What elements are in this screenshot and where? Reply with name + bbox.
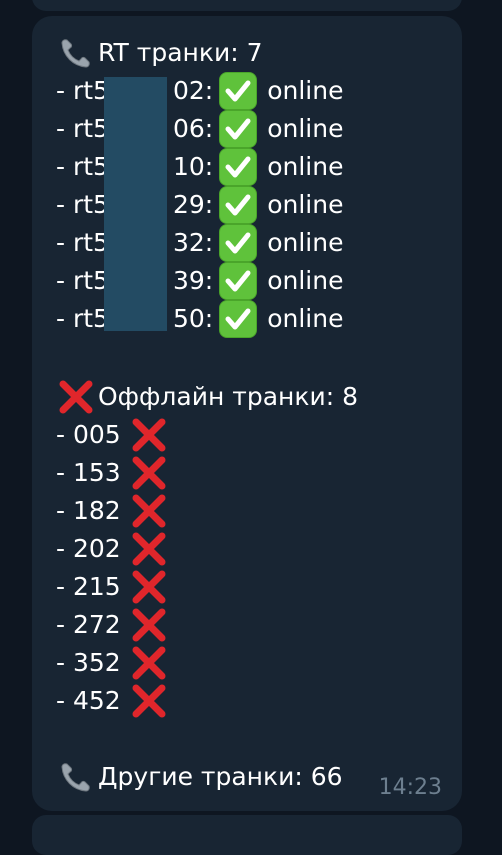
trunk-name-suffix: 06:: [172, 114, 214, 143]
cross-mark-icon: [129, 605, 169, 645]
cross-mark-icon: [129, 643, 169, 683]
rt-trunk-line: - rt5 02: online: [56, 72, 343, 110]
check-mark-button-icon: [219, 300, 258, 338]
telephone-receiver-icon: [56, 758, 94, 796]
offline-trunks-header-text: Оффлайн транки: 8: [98, 382, 358, 411]
trunk-status: online: [267, 266, 344, 295]
offline-trunks-header: Оффлайн транки: 8: [56, 378, 358, 416]
offline-trunk-number: - 352: [56, 648, 121, 677]
check-mark-button-icon: [219, 224, 258, 262]
offline-trunk-line: - 202: [56, 530, 169, 568]
check-mark-button-icon: [219, 262, 258, 300]
offline-trunk-line: - 452: [56, 682, 169, 720]
trunk-name-suffix: 10:: [172, 152, 214, 181]
cross-mark-icon: [129, 415, 169, 455]
trunk-status: online: [267, 228, 344, 257]
cross-mark-icon: [129, 491, 169, 531]
trunk-status: online: [267, 114, 344, 143]
trunk-name-suffix: 02:: [172, 76, 214, 105]
cross-mark-icon: [129, 567, 169, 607]
next-message-bubble: [32, 815, 462, 855]
rt-trunk-line: - rt5 06: online: [56, 110, 343, 148]
previous-message-bubble: [32, 0, 462, 11]
trunk-status: online: [267, 304, 344, 333]
trunk-name-prefix: - rt5: [56, 190, 109, 219]
trunk-name-suffix: 39:: [172, 266, 214, 295]
telephone-receiver-icon: [56, 34, 94, 72]
offline-trunk-number: - 452: [56, 686, 121, 715]
rt-trunk-line: - rt5 29: online: [56, 186, 343, 224]
trunk-name-prefix: - rt5: [56, 152, 109, 181]
rt-trunks-header-text: RT транки: 7: [98, 38, 263, 67]
rt-trunk-line: - rt5 10: online: [56, 148, 343, 186]
trunk-name-suffix: 50:: [172, 304, 214, 333]
trunk-status: online: [267, 190, 344, 219]
offline-trunk-number: - 153: [56, 458, 121, 487]
trunk-name-prefix: - rt5: [56, 114, 109, 143]
redaction-box: [104, 77, 167, 331]
check-mark-button-icon: [219, 110, 258, 148]
cross-mark-icon: [129, 529, 169, 569]
message-bubble[interactable]: RT транки: 7 - rt5 02: online - rt5 06: …: [32, 16, 462, 811]
offline-trunk-line: - 153: [56, 454, 169, 492]
rt-trunk-line: - rt5 50: online: [56, 300, 343, 338]
offline-trunk-number: - 005: [56, 420, 121, 449]
trunk-name-suffix: 29:: [172, 190, 214, 219]
offline-trunk-line: - 272: [56, 606, 169, 644]
offline-trunk-number: - 202: [56, 534, 121, 563]
other-trunks-header: Другие транки: 66: [56, 758, 343, 796]
trunk-name-prefix: - rt5: [56, 76, 109, 105]
offline-trunk-number: - 215: [56, 572, 121, 601]
offline-trunk-line: - 182: [56, 492, 169, 530]
rt-trunk-line: - rt5 32: online: [56, 224, 343, 262]
cross-mark-icon: [56, 377, 96, 417]
offline-trunk-number: - 272: [56, 610, 121, 639]
offline-trunk-line: - 005: [56, 416, 169, 454]
cross-mark-icon: [129, 453, 169, 493]
check-mark-button-icon: [219, 186, 258, 224]
trunk-name-prefix: - rt5: [56, 228, 109, 257]
trunk-name-prefix: - rt5: [56, 266, 109, 295]
offline-trunk-line: - 215: [56, 568, 169, 606]
message-timestamp: 14:23: [378, 775, 442, 800]
cross-mark-icon: [129, 681, 169, 721]
trunk-status: online: [267, 152, 344, 181]
offline-trunk-number: - 182: [56, 496, 121, 525]
trunk-name-suffix: 32:: [172, 228, 214, 257]
check-mark-button-icon: [219, 72, 258, 110]
other-trunks-header-text: Другие транки: 66: [98, 762, 343, 791]
offline-trunk-line: - 352: [56, 644, 169, 682]
rt-trunks-header: RT транки: 7: [56, 34, 263, 72]
rt-trunk-line: - rt5 39: online: [56, 262, 343, 300]
trunk-status: online: [267, 76, 344, 105]
trunk-name-prefix: - rt5: [56, 304, 109, 333]
check-mark-button-icon: [219, 148, 258, 186]
